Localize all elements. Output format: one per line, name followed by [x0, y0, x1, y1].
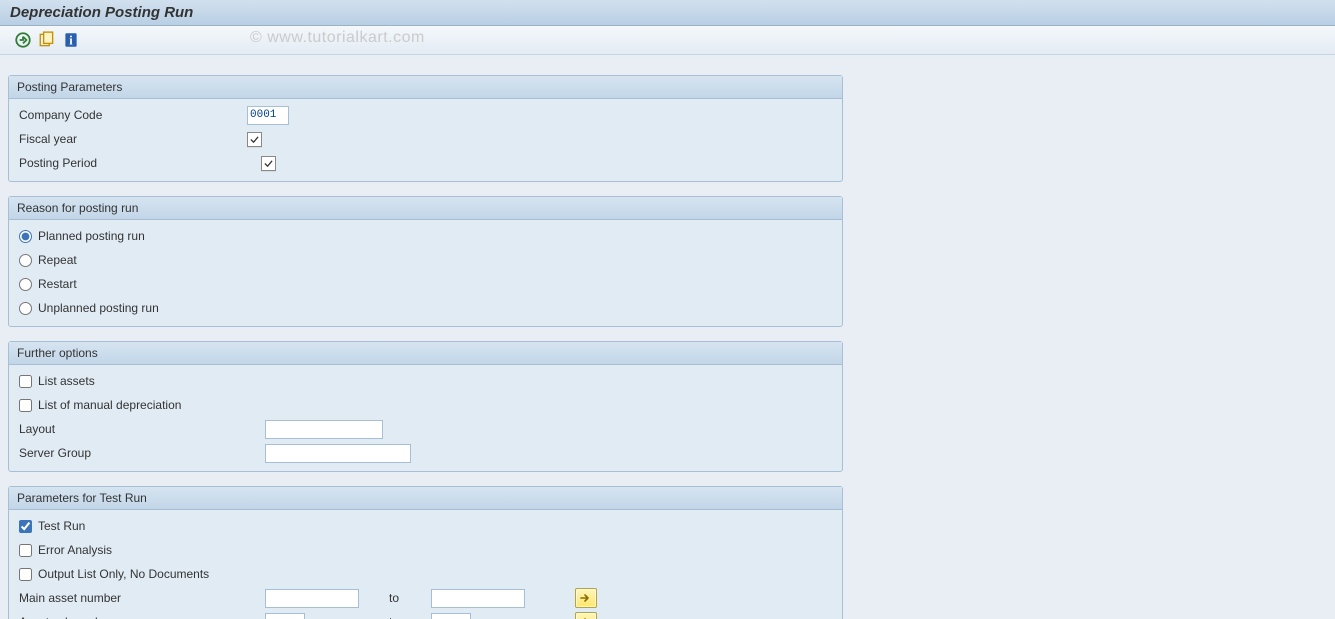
more-selection-button[interactable]	[575, 612, 597, 619]
posting-period-label: Posting Period	[15, 156, 247, 170]
radio-planned-label: Planned posting run	[38, 229, 145, 243]
group-header: Parameters for Test Run	[9, 487, 842, 510]
group-header: Posting Parameters	[9, 76, 842, 99]
server-group-input[interactable]	[265, 444, 411, 463]
more-selection-button[interactable]	[575, 588, 597, 608]
check-test-run-label: Test Run	[38, 519, 85, 533]
group-test-run: Parameters for Test Run Test Run Error A…	[8, 486, 843, 619]
check-list-assets-label: List assets	[38, 374, 95, 388]
group-header: Reason for posting run	[9, 197, 842, 220]
check-output-only-label: Output List Only, No Documents	[38, 567, 209, 581]
check-error-analysis-label: Error Analysis	[38, 543, 112, 557]
svg-text:i: i	[69, 34, 73, 48]
check-list-manual-label: List of manual depreciation	[38, 398, 181, 412]
server-group-label: Server Group	[15, 446, 265, 460]
to-label: to	[389, 615, 431, 619]
radio-restart[interactable]	[19, 278, 32, 291]
group-further-options: Further options List assets List of manu…	[8, 341, 843, 472]
group-posting-parameters: Posting Parameters Company Code Fiscal y…	[8, 75, 843, 182]
company-code-input[interactable]	[247, 106, 289, 125]
check-test-run[interactable]	[19, 520, 32, 533]
check-error-analysis[interactable]	[19, 544, 32, 557]
page-title: Depreciation Posting Run	[0, 0, 1335, 26]
main-asset-from-input[interactable]	[265, 589, 359, 608]
toolbar: i © www.tutorialkart.com	[0, 26, 1335, 55]
execute-icon[interactable]	[14, 31, 32, 49]
asset-sub-to-input[interactable]	[431, 613, 471, 619]
radio-planned[interactable]	[19, 230, 32, 243]
fiscal-year-label: Fiscal year	[15, 132, 247, 146]
radio-unplanned-label: Unplanned posting run	[38, 301, 159, 315]
layout-input[interactable]	[265, 420, 383, 439]
radio-repeat-label: Repeat	[38, 253, 77, 267]
group-header: Further options	[9, 342, 842, 365]
company-code-label: Company Code	[15, 108, 247, 122]
main-asset-to-input[interactable]	[431, 589, 525, 608]
group-reason: Reason for posting run Planned posting r…	[8, 196, 843, 327]
watermark: © www.tutorialkart.com	[250, 29, 425, 47]
layout-label: Layout	[15, 422, 265, 436]
asset-sub-from-input[interactable]	[265, 613, 305, 619]
radio-repeat[interactable]	[19, 254, 32, 267]
info-icon[interactable]: i	[62, 31, 80, 49]
asset-sub-label: Asset subnumber	[15, 615, 265, 619]
fiscal-year-required-icon[interactable]	[247, 132, 262, 147]
posting-period-required-icon[interactable]	[261, 156, 276, 171]
variant-icon[interactable]	[38, 31, 56, 49]
main-asset-label: Main asset number	[15, 591, 265, 605]
check-list-manual[interactable]	[19, 399, 32, 412]
to-label: to	[389, 591, 431, 605]
check-output-only[interactable]	[19, 568, 32, 581]
content: Posting Parameters Company Code Fiscal y…	[0, 55, 1335, 619]
radio-unplanned[interactable]	[19, 302, 32, 315]
check-list-assets[interactable]	[19, 375, 32, 388]
radio-restart-label: Restart	[38, 277, 77, 291]
